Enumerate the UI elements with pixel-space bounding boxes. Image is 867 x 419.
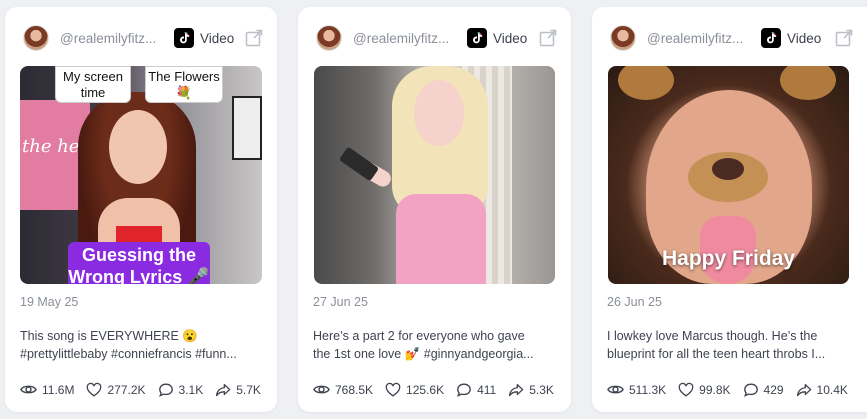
comments-count: 429 xyxy=(763,382,784,397)
stats-row: 768.5K 125.6K 411 5.3K xyxy=(313,381,565,398)
external-link-icon[interactable] xyxy=(245,29,263,47)
comments-count: 411 xyxy=(477,382,497,397)
avatar[interactable] xyxy=(316,25,342,51)
poster-text: the hel xyxy=(22,136,86,157)
tiktok-icon xyxy=(174,28,194,48)
comments-stat: 429 xyxy=(743,382,784,398)
likes-stat: 99.8K xyxy=(678,382,731,398)
comments-stat: 411 xyxy=(456,382,496,398)
person-face xyxy=(109,110,167,184)
likes-stat: 125.6K xyxy=(385,382,444,398)
views-stat: 768.5K xyxy=(313,381,373,398)
card-header: @realemilyfitz... Video xyxy=(23,25,263,51)
shares-count: 5.7K xyxy=(236,382,261,397)
video-card[interactable]: @realemilyfitz... Video the hel My scree… xyxy=(5,7,277,412)
card-header: @realemilyfitz... Video xyxy=(610,25,853,51)
description-line: This song is EVERYWHERE 😮 xyxy=(20,329,198,343)
shares-stat: 5.7K xyxy=(215,382,261,398)
description-line: Here’s a part 2 for everyone who gave xyxy=(313,329,525,343)
creator-handle[interactable]: @realemilyfitz... xyxy=(353,31,453,46)
tiktok-icon xyxy=(761,28,781,48)
views-stat: 511.3K xyxy=(607,381,666,398)
card-header: @realemilyfitz... Video xyxy=(316,25,557,51)
phone xyxy=(338,146,380,182)
creator-handle[interactable]: @realemilyfitz... xyxy=(647,31,747,46)
comments-count: 3.1K xyxy=(178,382,204,397)
post-description: I lowkey love Marcus though. He’s the bl… xyxy=(607,327,853,363)
comment-icon xyxy=(158,382,174,398)
post-date: 26 Jun 25 xyxy=(607,295,662,309)
dog-ear-right xyxy=(780,66,836,100)
comment-icon xyxy=(456,382,472,398)
video-thumbnail[interactable] xyxy=(314,66,555,284)
external-link-icon[interactable] xyxy=(539,29,557,47)
stats-row: 511.3K 99.8K 429 10.4K xyxy=(607,381,861,398)
stats-row: 11.6M 277.2K 3.1K 5.7K xyxy=(20,381,271,398)
post-date: 19 May 25 xyxy=(20,295,79,309)
shares-stat: 5.3K xyxy=(508,382,554,398)
shares-count: 10.4K xyxy=(816,382,848,397)
likes-count: 99.8K xyxy=(699,382,731,397)
share-icon xyxy=(796,382,812,398)
shares-stat: 10.4K xyxy=(796,382,848,398)
share-icon xyxy=(215,382,231,398)
eye-icon xyxy=(607,381,624,398)
creator-handle[interactable]: @realemilyfitz... xyxy=(60,31,160,46)
description-line: blueprint for all the teen heart throbs … xyxy=(607,347,826,361)
share-icon xyxy=(508,382,524,398)
tiktok-icon xyxy=(467,28,487,48)
person-dress xyxy=(396,194,486,284)
video-thumbnail[interactable]: the hel My screen time The Flowers 💐 Gue… xyxy=(20,66,262,284)
avatar[interactable] xyxy=(23,25,49,51)
video-card[interactable]: @realemilyfitz... Video 27 Jun 25 Here’s… xyxy=(298,7,571,412)
video-type-label: Video xyxy=(787,30,822,46)
wall-frame xyxy=(232,96,262,160)
views-count: 511.3K xyxy=(629,382,667,397)
caption-text: Happy Friday xyxy=(661,247,796,270)
heart-icon xyxy=(86,382,102,398)
caption-banner: Guessing the Wrong Lyrics 🎤 xyxy=(68,242,210,284)
views-stat: 11.6M xyxy=(20,381,74,398)
dog-nose-tip xyxy=(712,158,744,180)
dog-ear-left xyxy=(618,66,674,100)
description-line: #prettylittlebaby #conniefrancis #funn..… xyxy=(20,347,237,361)
video-thumbnail[interactable]: Happy Friday xyxy=(608,66,849,284)
video-type-label: Video xyxy=(200,30,235,46)
likes-stat: 277.2K xyxy=(86,382,146,398)
external-link-icon[interactable] xyxy=(835,29,853,47)
description-line: the 1st one love 💅 #ginnyandgeorgia... xyxy=(313,347,534,361)
overlay-label-left: My screen time xyxy=(55,66,131,103)
likes-count: 125.6K xyxy=(406,382,445,397)
post-date: 27 Jun 25 xyxy=(313,295,368,309)
post-description: Here’s a part 2 for everyone who gave th… xyxy=(313,327,557,363)
heart-icon xyxy=(385,382,401,398)
person-face xyxy=(414,80,464,146)
likes-count: 277.2K xyxy=(107,382,146,397)
description-line: I lowkey love Marcus though. He’s the xyxy=(607,329,818,343)
overlay-label-right: The Flowers 💐 xyxy=(145,66,223,103)
eye-icon xyxy=(313,381,330,398)
avatar[interactable] xyxy=(610,25,636,51)
views-count: 11.6M xyxy=(42,382,75,397)
comment-icon xyxy=(743,382,759,398)
video-card[interactable]: @realemilyfitz... Video Happy Friday 26 … xyxy=(592,7,867,412)
post-description: This song is EVERYWHERE 😮 #prettylittleb… xyxy=(20,327,263,363)
comments-stat: 3.1K xyxy=(158,382,204,398)
shares-count: 5.3K xyxy=(529,382,554,397)
views-count: 768.5K xyxy=(335,382,374,397)
eye-icon xyxy=(20,381,37,398)
heart-icon xyxy=(678,382,694,398)
video-type-label: Video xyxy=(493,30,528,46)
